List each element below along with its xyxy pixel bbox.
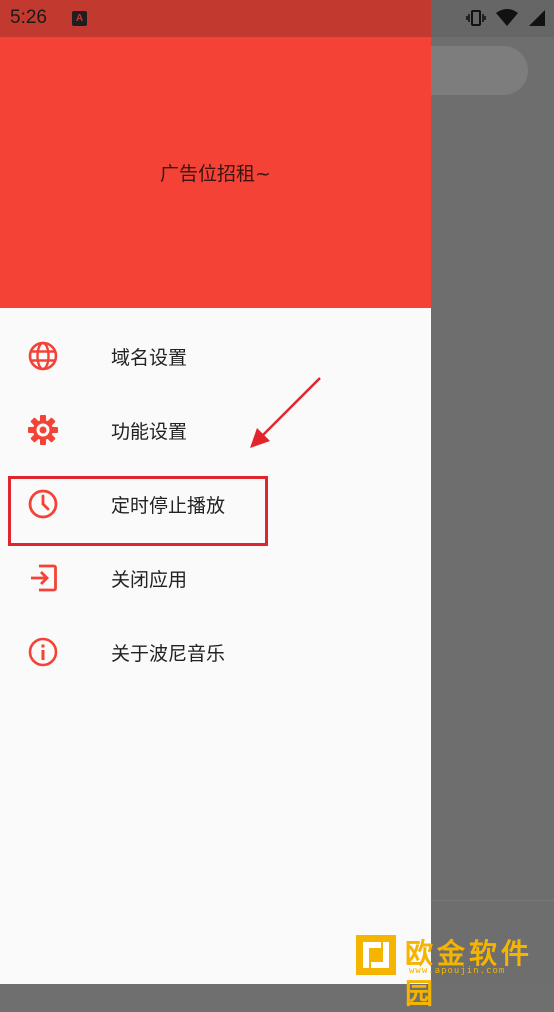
status-time: 5:26 bbox=[10, 7, 47, 28]
status-bar-right bbox=[431, 0, 554, 37]
notification-badge-icon: A bbox=[72, 11, 87, 26]
menu-item-function-settings[interactable]: 功能设置 bbox=[0, 393, 431, 467]
watermark-url: www.apoujin.com bbox=[409, 966, 506, 976]
vibrate-icon bbox=[466, 10, 486, 26]
menu-item-label: 关于波尼音乐 bbox=[111, 643, 226, 665]
menu-item-about[interactable]: 关于波尼音乐 bbox=[0, 615, 431, 689]
highlight-box bbox=[8, 476, 268, 546]
wifi-icon bbox=[496, 9, 518, 26]
watermark: 欧金软件园 www.apoujin.com bbox=[355, 928, 550, 1010]
exit-icon bbox=[31, 564, 57, 592]
menu-item-label: 功能设置 bbox=[111, 421, 188, 443]
status-bar-left: 5:26 A bbox=[0, 0, 431, 37]
gear-icon bbox=[28, 415, 58, 445]
signal-icon bbox=[529, 10, 545, 26]
menu-item-exit-app[interactable]: 关闭应用 bbox=[0, 541, 431, 615]
background-divider bbox=[431, 900, 554, 901]
status-bar: 5:26 A bbox=[0, 0, 554, 37]
drawer-header: 广告位招租~ bbox=[0, 37, 431, 308]
globe-icon bbox=[28, 341, 58, 371]
menu-item-label: 域名设置 bbox=[111, 347, 188, 369]
menu-item-label: 关闭应用 bbox=[111, 569, 188, 591]
menu-item-domain-settings[interactable]: 域名设置 bbox=[0, 319, 431, 393]
info-icon bbox=[28, 637, 58, 667]
watermark-logo-icon bbox=[356, 935, 396, 975]
header-ad-text: 广告位招租~ bbox=[160, 163, 271, 185]
